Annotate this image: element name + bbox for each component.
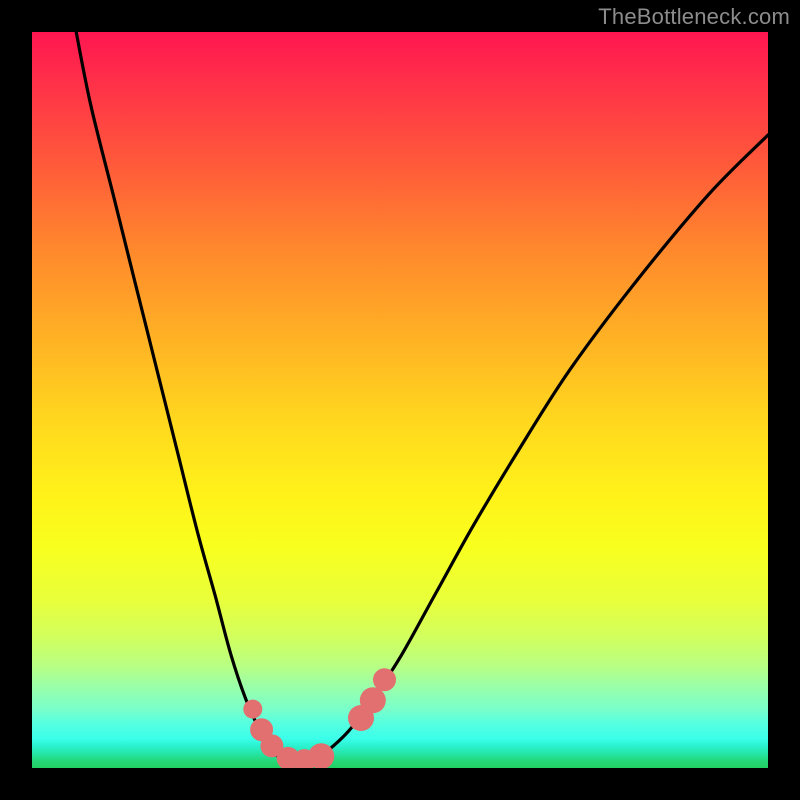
marker-layer [243, 668, 396, 768]
bottleneck-curve [76, 32, 768, 764]
marker-left-cluster-upper [243, 700, 262, 719]
chart-frame: TheBottleneck.com [0, 0, 800, 800]
marker-right-cluster-upper [373, 668, 396, 691]
watermark-text: TheBottleneck.com [598, 4, 790, 30]
marker-valley-right [308, 743, 334, 768]
curve-svg [32, 32, 768, 768]
plot-area [32, 32, 768, 768]
marker-right-cluster-mid [360, 687, 386, 713]
